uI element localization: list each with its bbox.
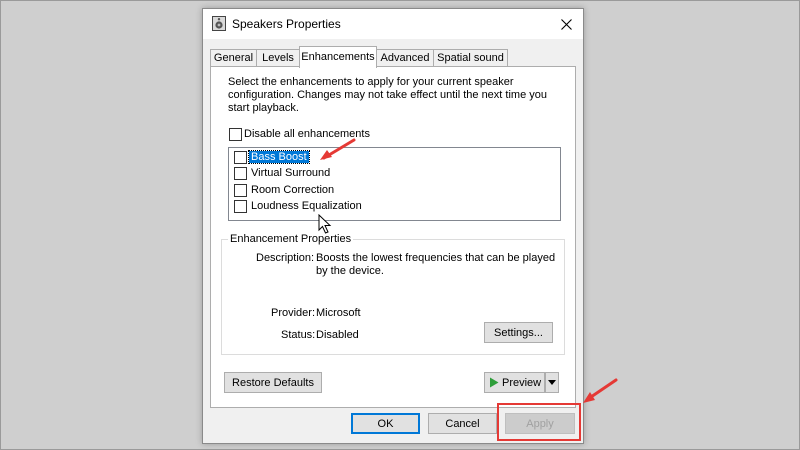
speaker-icon [212, 16, 226, 31]
tab-levels[interactable]: Levels [256, 49, 300, 67]
window-title: Speakers Properties [232, 17, 341, 31]
list-item-loudness-equalization[interactable]: Loudness Equalization [251, 200, 362, 212]
tab-spatial-sound[interactable]: Spatial sound [433, 49, 508, 67]
preview-button[interactable]: Preview [484, 372, 545, 393]
close-button[interactable] [549, 9, 583, 39]
cancel-button[interactable]: Cancel [428, 413, 497, 434]
preview-label: Preview [502, 376, 542, 389]
list-item-room-correction[interactable]: Room Correction [251, 184, 334, 196]
annotation-arrow-icon [583, 378, 618, 403]
provider-label: Provider: [271, 307, 316, 319]
status-label: Status: [281, 329, 316, 341]
apply-highlight-box [497, 403, 581, 441]
play-icon [490, 377, 499, 388]
ok-button[interactable]: OK [351, 413, 420, 434]
title-bar: Speakers Properties [203, 9, 583, 39]
preview-dropdown-button[interactable] [545, 372, 559, 393]
close-icon [560, 18, 572, 30]
list-item-bass-boost[interactable]: Bass Boost [248, 150, 310, 164]
virtual-surround-checkbox[interactable] [234, 167, 247, 180]
annotation-arrow-icon [320, 138, 356, 160]
enhancement-properties-title: Enhancement Properties [228, 233, 354, 245]
dropdown-arrow-icon [548, 380, 556, 385]
description-label: Description: [256, 252, 315, 264]
loudness-equalization-checkbox[interactable] [234, 200, 247, 213]
mouse-cursor-icon [318, 214, 332, 234]
provider-value: Microsoft [316, 307, 361, 319]
list-item-virtual-surround[interactable]: Virtual Surround [251, 167, 330, 179]
tab-enhancements[interactable]: Enhancements [299, 46, 377, 68]
disable-all-checkbox[interactable] [229, 128, 242, 141]
status-value: Disabled [316, 329, 359, 341]
tab-advanced[interactable]: Advanced [376, 49, 434, 67]
instructions-text: Select the enhancements to apply for you… [228, 76, 547, 114]
bass-boost-checkbox[interactable] [234, 151, 247, 164]
restore-defaults-button[interactable]: Restore Defaults [224, 372, 322, 393]
tab-general[interactable]: General [210, 49, 257, 67]
description-value: Boosts the lowest frequencies that can b… [316, 252, 556, 277]
room-correction-checkbox[interactable] [234, 184, 247, 197]
settings-button[interactable]: Settings... [484, 322, 553, 343]
